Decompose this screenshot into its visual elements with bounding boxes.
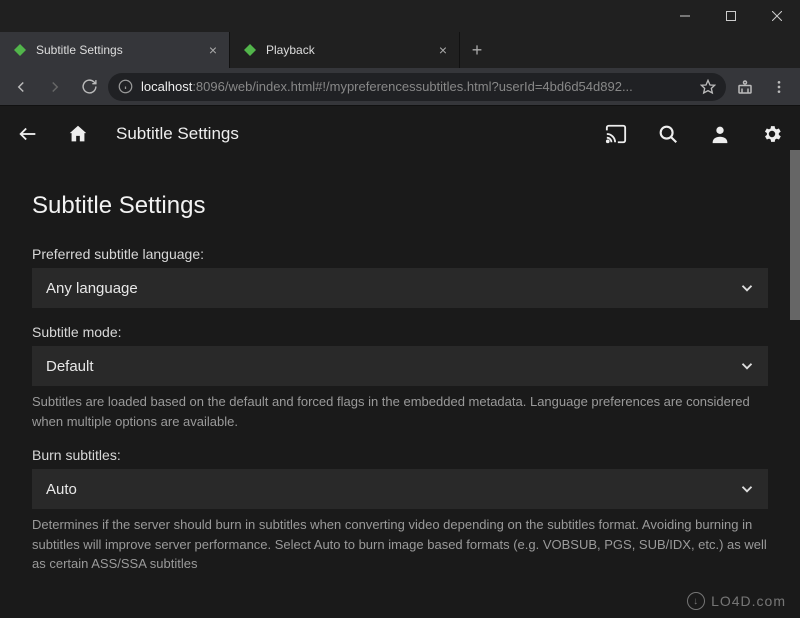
preferred-language-select[interactable]: Any language (32, 268, 768, 308)
window-title-bar (0, 0, 800, 32)
burn-subtitles-hint: Determines if the server should burn in … (32, 515, 768, 574)
chevron-down-icon (738, 357, 756, 375)
subtitle-mode-select[interactable]: Default (32, 346, 768, 386)
emby-icon (12, 42, 28, 58)
nav-back-button[interactable] (6, 72, 36, 102)
browser-tab-active[interactable]: Subtitle Settings × (0, 32, 230, 68)
close-icon[interactable]: × (439, 42, 447, 58)
star-icon[interactable] (700, 79, 716, 95)
browser-toolbar: localhost:8096/web/index.html#!/myprefer… (0, 68, 800, 106)
watermark-text: LO4D.com (711, 593, 786, 609)
cast-button[interactable] (604, 122, 628, 146)
user-button[interactable] (708, 122, 732, 146)
site-info-icon[interactable] (118, 79, 133, 94)
chevron-down-icon (738, 480, 756, 498)
scrollbar-thumb[interactable] (790, 150, 800, 320)
window-minimize-button[interactable] (662, 0, 708, 32)
chevron-down-icon (738, 279, 756, 297)
extensions-button[interactable] (730, 72, 760, 102)
home-button[interactable] (66, 122, 90, 146)
select-value: Default (46, 358, 94, 375)
select-value: Auto (46, 481, 77, 498)
reload-button[interactable] (74, 72, 104, 102)
preferred-language-label: Preferred subtitle language: (32, 246, 768, 262)
burn-subtitles-label: Burn subtitles: (32, 447, 768, 463)
address-bar[interactable]: localhost:8096/web/index.html#!/myprefer… (108, 73, 726, 101)
tab-title: Playback (266, 43, 431, 57)
tab-title: Subtitle Settings (36, 43, 201, 57)
subtitle-mode-label: Subtitle mode: (32, 324, 768, 340)
close-icon[interactable]: × (209, 42, 217, 58)
watermark: ↓ LO4D.com (687, 592, 786, 610)
subtitle-mode-hint: Subtitles are loaded based on the defaul… (32, 392, 768, 431)
address-host: localhost (141, 79, 192, 94)
search-button[interactable] (656, 122, 680, 146)
app-header: Subtitle Settings (0, 106, 800, 162)
emby-icon (242, 42, 258, 58)
nav-forward-button[interactable] (40, 72, 70, 102)
app-title: Subtitle Settings (116, 124, 239, 144)
settings-form: Subtitle Settings Preferred subtitle lan… (0, 162, 800, 598)
select-value: Any language (46, 280, 138, 297)
app-back-button[interactable] (16, 122, 40, 146)
window-maximize-button[interactable] (708, 0, 754, 32)
settings-button[interactable] (760, 122, 784, 146)
watermark-icon: ↓ (687, 592, 705, 610)
page-heading: Subtitle Settings (32, 192, 768, 220)
browser-tab-inactive[interactable]: Playback × (230, 32, 460, 68)
new-tab-button[interactable]: + (460, 32, 494, 68)
window-close-button[interactable] (754, 0, 800, 32)
browser-menu-button[interactable] (764, 72, 794, 102)
browser-tab-bar: Subtitle Settings × Playback × + (0, 32, 800, 68)
address-path: :8096/web/index.html#!/mypreferencessubt… (192, 79, 632, 94)
burn-subtitles-select[interactable]: Auto (32, 469, 768, 509)
page-content: Subtitle Settings Subtitle Settings Pref… (0, 106, 800, 618)
